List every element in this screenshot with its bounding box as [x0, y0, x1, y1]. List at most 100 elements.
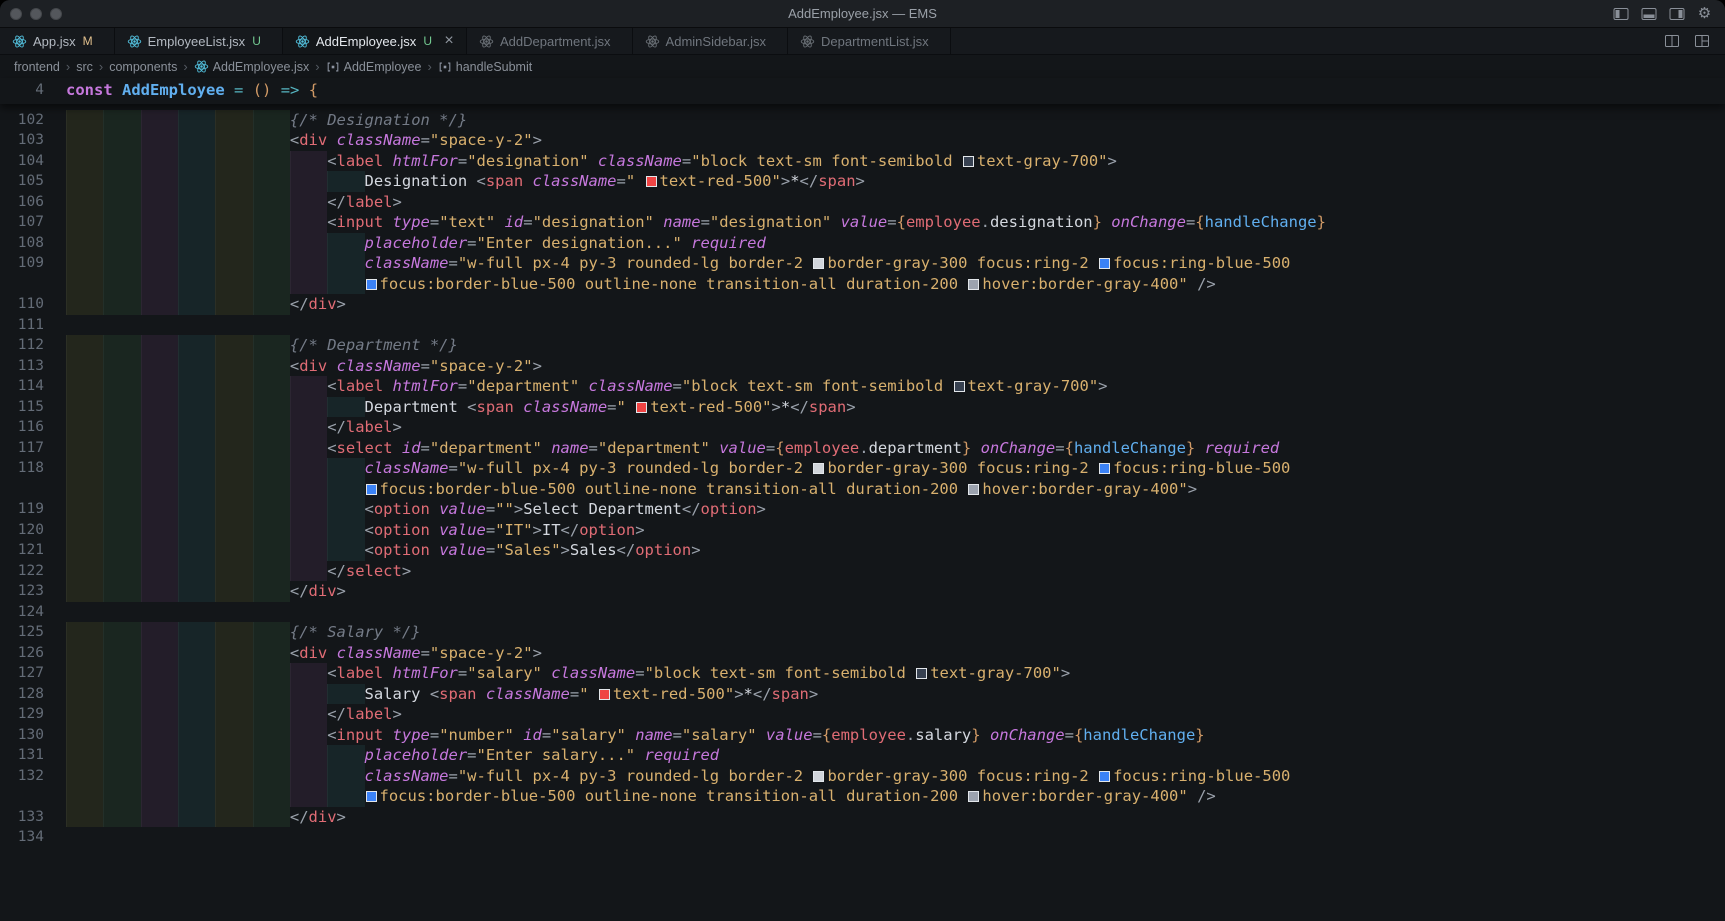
indent-guide [327, 745, 365, 766]
tab-adddepartment-jsx[interactable]: AddDepartment.jsx [466, 28, 633, 54]
code-token: = [467, 746, 477, 764]
customize-layout-icon[interactable]: ⚙ [1696, 5, 1713, 22]
indent-guide [140, 171, 178, 192]
layout-sidebar-left-icon[interactable] [1612, 5, 1629, 22]
code-token: = [420, 643, 430, 662]
indent-guide [252, 212, 290, 233]
tab-employeelist-jsx[interactable]: EmployeeList.jsx U [114, 28, 283, 54]
indent-guide [103, 478, 141, 499]
breadcrumb-item-components[interactable]: components [109, 60, 177, 74]
indent-guide [66, 396, 104, 417]
code-token: Department [364, 397, 468, 416]
editor[interactable]: 4 const AddEmployee = () => { 102 {/* Desi… [0, 78, 1725, 848]
code-token: focus:ring-blue-500 [1113, 459, 1291, 477]
indent-guide [140, 273, 178, 294]
breadcrumb-item-addemployee[interactable]: AddEmployee [326, 60, 421, 74]
code-token: id [504, 213, 524, 231]
indent-guide [103, 724, 141, 745]
code-token: > [808, 684, 819, 703]
code-token: { [775, 438, 785, 457]
code-token: = [429, 213, 440, 231]
code-token: Select Department [523, 500, 682, 518]
minimize-window-button[interactable] [30, 7, 42, 20]
sticky-scroll-line[interactable]: 4 const AddEmployee = () => { [0, 78, 1725, 104]
code-token: "w-full px-4 py-3 rounded-lg border-2 [457, 459, 813, 477]
split-editor-icon[interactable] [1663, 33, 1680, 50]
indent-guide [103, 191, 141, 212]
code-token: > [846, 397, 856, 416]
layout-sidebar-right-icon[interactable] [1668, 5, 1685, 22]
indent-guide [252, 150, 290, 171]
editor-layout-icon[interactable] [1693, 33, 1710, 50]
tailwind-color-swatch [365, 278, 377, 290]
code-token: {/* Department */} [289, 336, 458, 354]
line-number [0, 479, 44, 500]
code-token: select [336, 438, 393, 457]
code-token: className [336, 643, 421, 662]
close-tab-icon[interactable]: × [441, 33, 457, 49]
line-number: 114 [17, 378, 44, 394]
indent-guide [327, 499, 365, 520]
code-token: = [607, 397, 617, 416]
tab-departmentlist-jsx[interactable]: DepartmentList.jsx [788, 28, 951, 54]
breadcrumb-item-frontend[interactable]: frontend [14, 60, 60, 74]
line-number: 125 [17, 624, 44, 640]
code-token: = [1064, 725, 1074, 744]
code-token: = [448, 766, 458, 785]
code-token: { [821, 725, 832, 744]
close-window-button[interactable] [10, 7, 22, 20]
code-token: </ [681, 500, 701, 518]
zoom-window-button[interactable] [50, 7, 62, 20]
code-token: department [868, 438, 962, 457]
tab-app-jsx[interactable]: App.jsx M [0, 28, 115, 54]
line-number: 102 [17, 111, 44, 128]
breadcrumb-item-addemployee-jsx[interactable]: AddEmployee.jsx [194, 59, 309, 74]
code-token: "" [495, 500, 514, 518]
code-lines[interactable]: 102 {/* Designation */} 103 <div className=… [0, 104, 1725, 848]
indent-guide [103, 519, 141, 540]
breadcrumb-item-handlesubmit[interactable]: handleSubmit [438, 60, 532, 74]
indent-guide [252, 417, 290, 438]
code-token: name [635, 725, 673, 744]
line-number: 122 [17, 562, 44, 579]
code-token: > [336, 582, 346, 600]
indent-guide [252, 376, 290, 397]
line-number: 116 [17, 419, 44, 435]
indent-guide [177, 417, 216, 438]
tab-addemployee-jsx[interactable]: AddEmployee.jsx U × [282, 28, 467, 54]
tab-adminsidebar-jsx[interactable]: AdminSidebar.jsx [632, 28, 788, 54]
code-token: value [439, 520, 486, 539]
line-number: 124 [17, 603, 44, 620]
react-file-icon [127, 35, 141, 47]
code-token: label [336, 377, 384, 395]
code-token: = [457, 151, 468, 170]
breadcrumb-item-src[interactable]: src [76, 60, 93, 74]
indent-guide [140, 212, 178, 233]
code-token: /> [1197, 274, 1216, 293]
indent-guide [66, 171, 104, 192]
code-token: className [551, 664, 636, 682]
indent-guide [177, 540, 216, 561]
layout-panel-icon[interactable] [1640, 5, 1657, 22]
indent-guide [66, 376, 104, 397]
indent-guide [177, 458, 216, 479]
code-token: " [579, 684, 598, 703]
indent-guide [177, 786, 216, 807]
indent-guide [66, 130, 104, 151]
code-token: required [691, 233, 766, 252]
code-line-125: 125 {/* Salary */} [0, 622, 1725, 643]
indent-guide [66, 704, 104, 725]
code-line-102: 102 {/* Designation */} [0, 109, 1725, 130]
indent-guide [140, 335, 178, 356]
code-line-103: 103 <div className="space-y-2"> [0, 130, 1725, 151]
code-token: () [252, 81, 272, 99]
code-token: "designation" [532, 213, 654, 231]
indent-guide [215, 540, 253, 561]
indent-guide [66, 724, 104, 745]
indent-guide [289, 745, 328, 766]
code-token: > [336, 807, 346, 826]
indent-guide [289, 253, 328, 274]
